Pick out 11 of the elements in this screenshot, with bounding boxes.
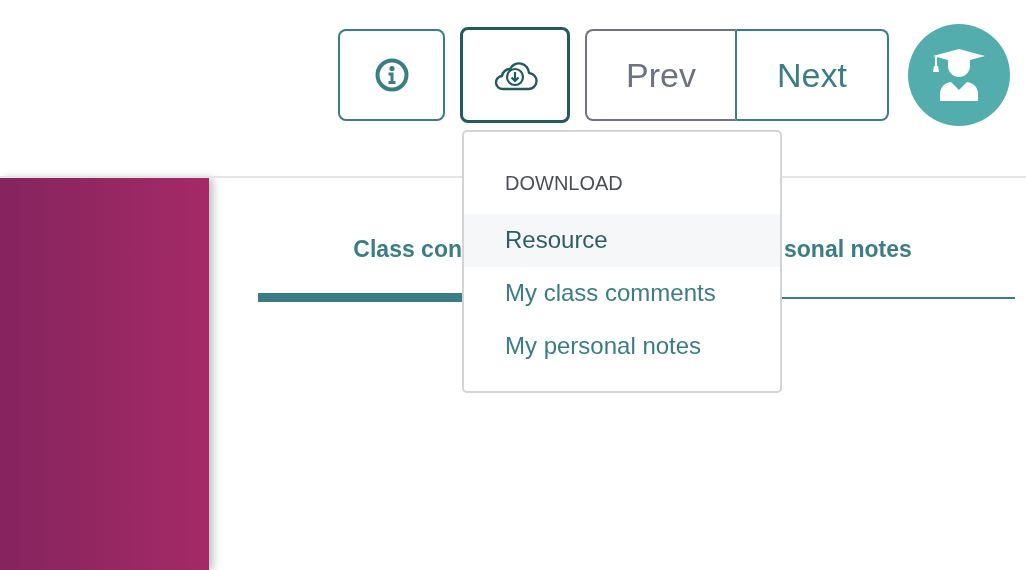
tab[interactable]: sonal notes: [782, 232, 1015, 299]
menu-item[interactable]: My class comments: [464, 267, 780, 320]
menu-header: DOWNLOAD: [504, 171, 623, 196]
menu-item[interactable]: Resource: [464, 214, 780, 267]
tab[interactable]: Class con: [258, 232, 462, 302]
download-button[interactable]: [460, 27, 570, 123]
pager-button[interactable]: Next: [737, 29, 889, 121]
info-button[interactable]: [338, 29, 445, 121]
graduate-icon: [932, 49, 986, 101]
info-icon: [374, 58, 409, 92]
menu-item[interactable]: My personal notes: [464, 320, 780, 373]
